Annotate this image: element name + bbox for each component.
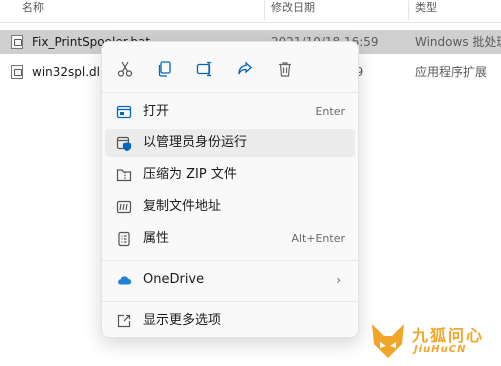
menu-item-show-more-options[interactable]: 显示更多选项 bbox=[105, 307, 355, 335]
fox-logo-icon bbox=[372, 324, 404, 358]
menu-item-label: 以管理员身份运行 bbox=[143, 135, 248, 150]
batch-file-icon bbox=[11, 35, 23, 49]
menu-item-label: 打开 bbox=[143, 104, 170, 119]
column-date-header[interactable]: 修改日期 bbox=[264, 0, 408, 20]
menu-item-label: 压缩为 ZIP 文件 bbox=[143, 167, 237, 182]
delete-icon[interactable] bbox=[273, 57, 297, 81]
menu-item-properties[interactable]: 属性 Alt+Enter bbox=[105, 225, 355, 253]
separator bbox=[102, 92, 358, 93]
onedrive-cloud-icon bbox=[116, 272, 132, 288]
menu-item-run-as-admin[interactable]: 以管理员身份运行 bbox=[105, 129, 355, 157]
column-type-header[interactable]: 类型 bbox=[408, 0, 501, 20]
watermark: 九狐问心 JiuHuCN bbox=[368, 318, 498, 364]
menu-item-label: 属性 bbox=[143, 231, 170, 246]
copy-icon[interactable] bbox=[153, 57, 177, 81]
shortcut-text: Enter bbox=[315, 105, 345, 118]
menu-item-label: 显示更多选项 bbox=[143, 313, 222, 328]
context-menu: 打开 Enter 以管理员身份运行 压缩为 ZIP 文件 复制文件地址 属性 A… bbox=[101, 41, 359, 338]
open-icon bbox=[116, 104, 132, 120]
dll-file-icon bbox=[11, 65, 23, 79]
share-icon[interactable] bbox=[233, 57, 257, 81]
admin-shield-icon bbox=[116, 135, 132, 151]
zip-icon bbox=[116, 167, 132, 183]
chevron-right-icon: › bbox=[336, 273, 341, 287]
separator bbox=[102, 260, 358, 261]
column-name-header[interactable]: 名称 bbox=[16, 0, 265, 20]
column-header: 名称 修改日期 类型 bbox=[0, 0, 501, 23]
menu-item-onedrive[interactable]: OneDrive › bbox=[105, 266, 355, 294]
watermark-subtext: JiuHuCN bbox=[414, 344, 467, 355]
shortcut-text: Alt+Enter bbox=[291, 232, 345, 245]
copy-path-icon bbox=[116, 199, 132, 215]
menu-item-open[interactable]: 打开 Enter bbox=[105, 98, 355, 126]
watermark-text: 九狐问心 bbox=[412, 326, 485, 345]
context-toolbar bbox=[102, 42, 358, 92]
file-type: 应用程序扩展 bbox=[415, 65, 488, 79]
menu-item-label: 复制文件地址 bbox=[143, 199, 222, 214]
rename-icon[interactable] bbox=[193, 57, 217, 81]
cut-icon[interactable] bbox=[113, 57, 137, 81]
properties-icon bbox=[116, 231, 132, 247]
more-options-icon bbox=[116, 313, 132, 329]
menu-item-copy-path[interactable]: 复制文件地址 bbox=[105, 193, 355, 221]
separator bbox=[102, 301, 358, 302]
file-type: Windows 批处理 bbox=[415, 35, 501, 49]
menu-item-compress-zip[interactable]: 压缩为 ZIP 文件 bbox=[105, 161, 355, 189]
menu-item-label: OneDrive bbox=[143, 272, 205, 287]
